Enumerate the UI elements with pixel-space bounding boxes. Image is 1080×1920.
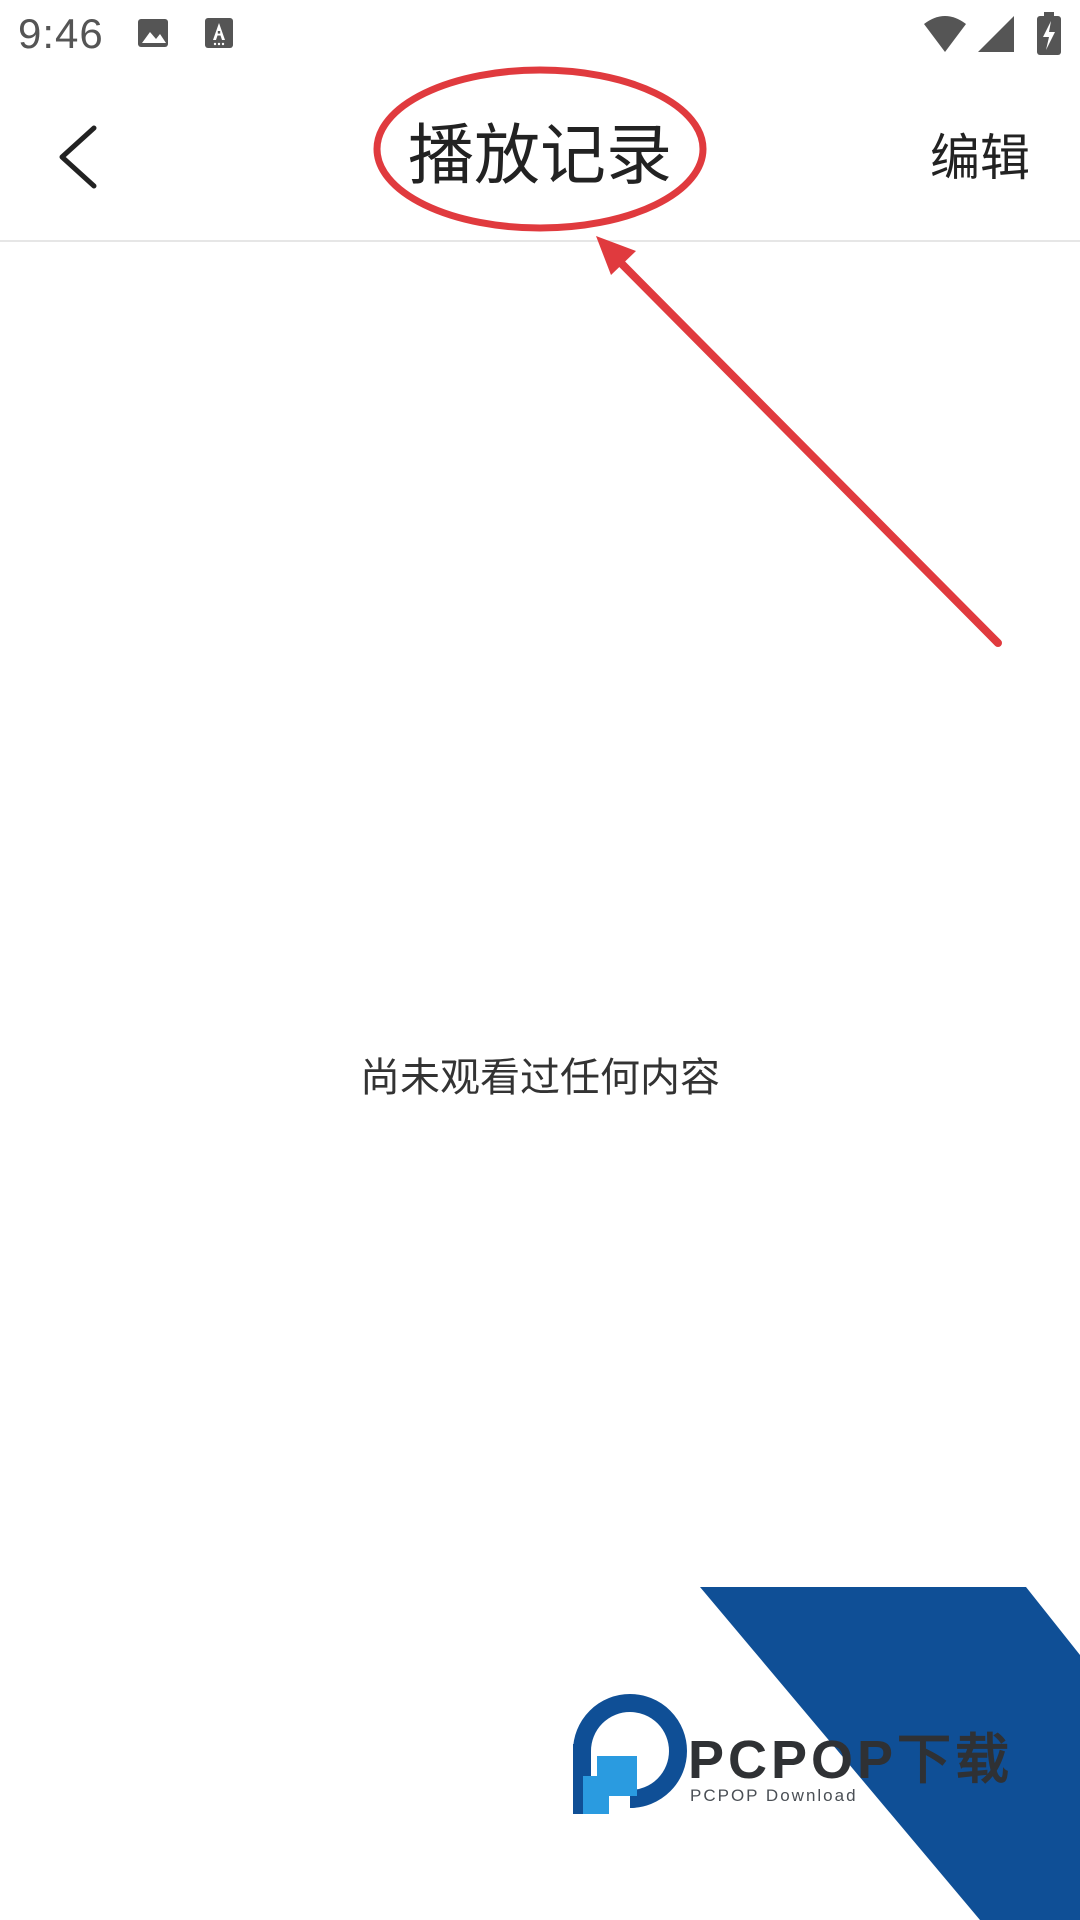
app-bar-divider bbox=[0, 240, 1080, 242]
watermark-logo-icon bbox=[573, 1694, 687, 1814]
status-time: 9:46 bbox=[18, 10, 104, 57]
image-icon bbox=[136, 16, 170, 54]
top-app-bar: 播放记录 编辑 bbox=[0, 72, 1080, 240]
watermark-graphic bbox=[573, 1587, 1080, 1920]
signal-icon bbox=[978, 14, 1016, 58]
wifi-icon bbox=[922, 14, 968, 58]
watermark: PCPOP下载 PCPOP Download bbox=[0, 0, 1080, 1920]
watermark-blue-band bbox=[700, 1587, 1080, 1920]
chevron-left-icon bbox=[59, 125, 97, 189]
empty-state-message: 尚未观看过任何内容 bbox=[360, 1055, 720, 1101]
page-title: 播放记录 bbox=[408, 117, 672, 194]
battery-charging-icon bbox=[1036, 12, 1062, 60]
annotation-overlay bbox=[373, 66, 1002, 647]
watermark-brand: PCPOP下载 bbox=[688, 1730, 1014, 1790]
edit-button[interactable]: 编辑 bbox=[920, 126, 1040, 190]
watermark-subtitle: PCPOP Download bbox=[690, 1786, 858, 1805]
annotation-arrow-line bbox=[612, 254, 1002, 647]
status-bar: 9:46 bbox=[0, 0, 1080, 72]
back-button[interactable] bbox=[40, 116, 120, 196]
text-a-icon bbox=[204, 16, 234, 54]
